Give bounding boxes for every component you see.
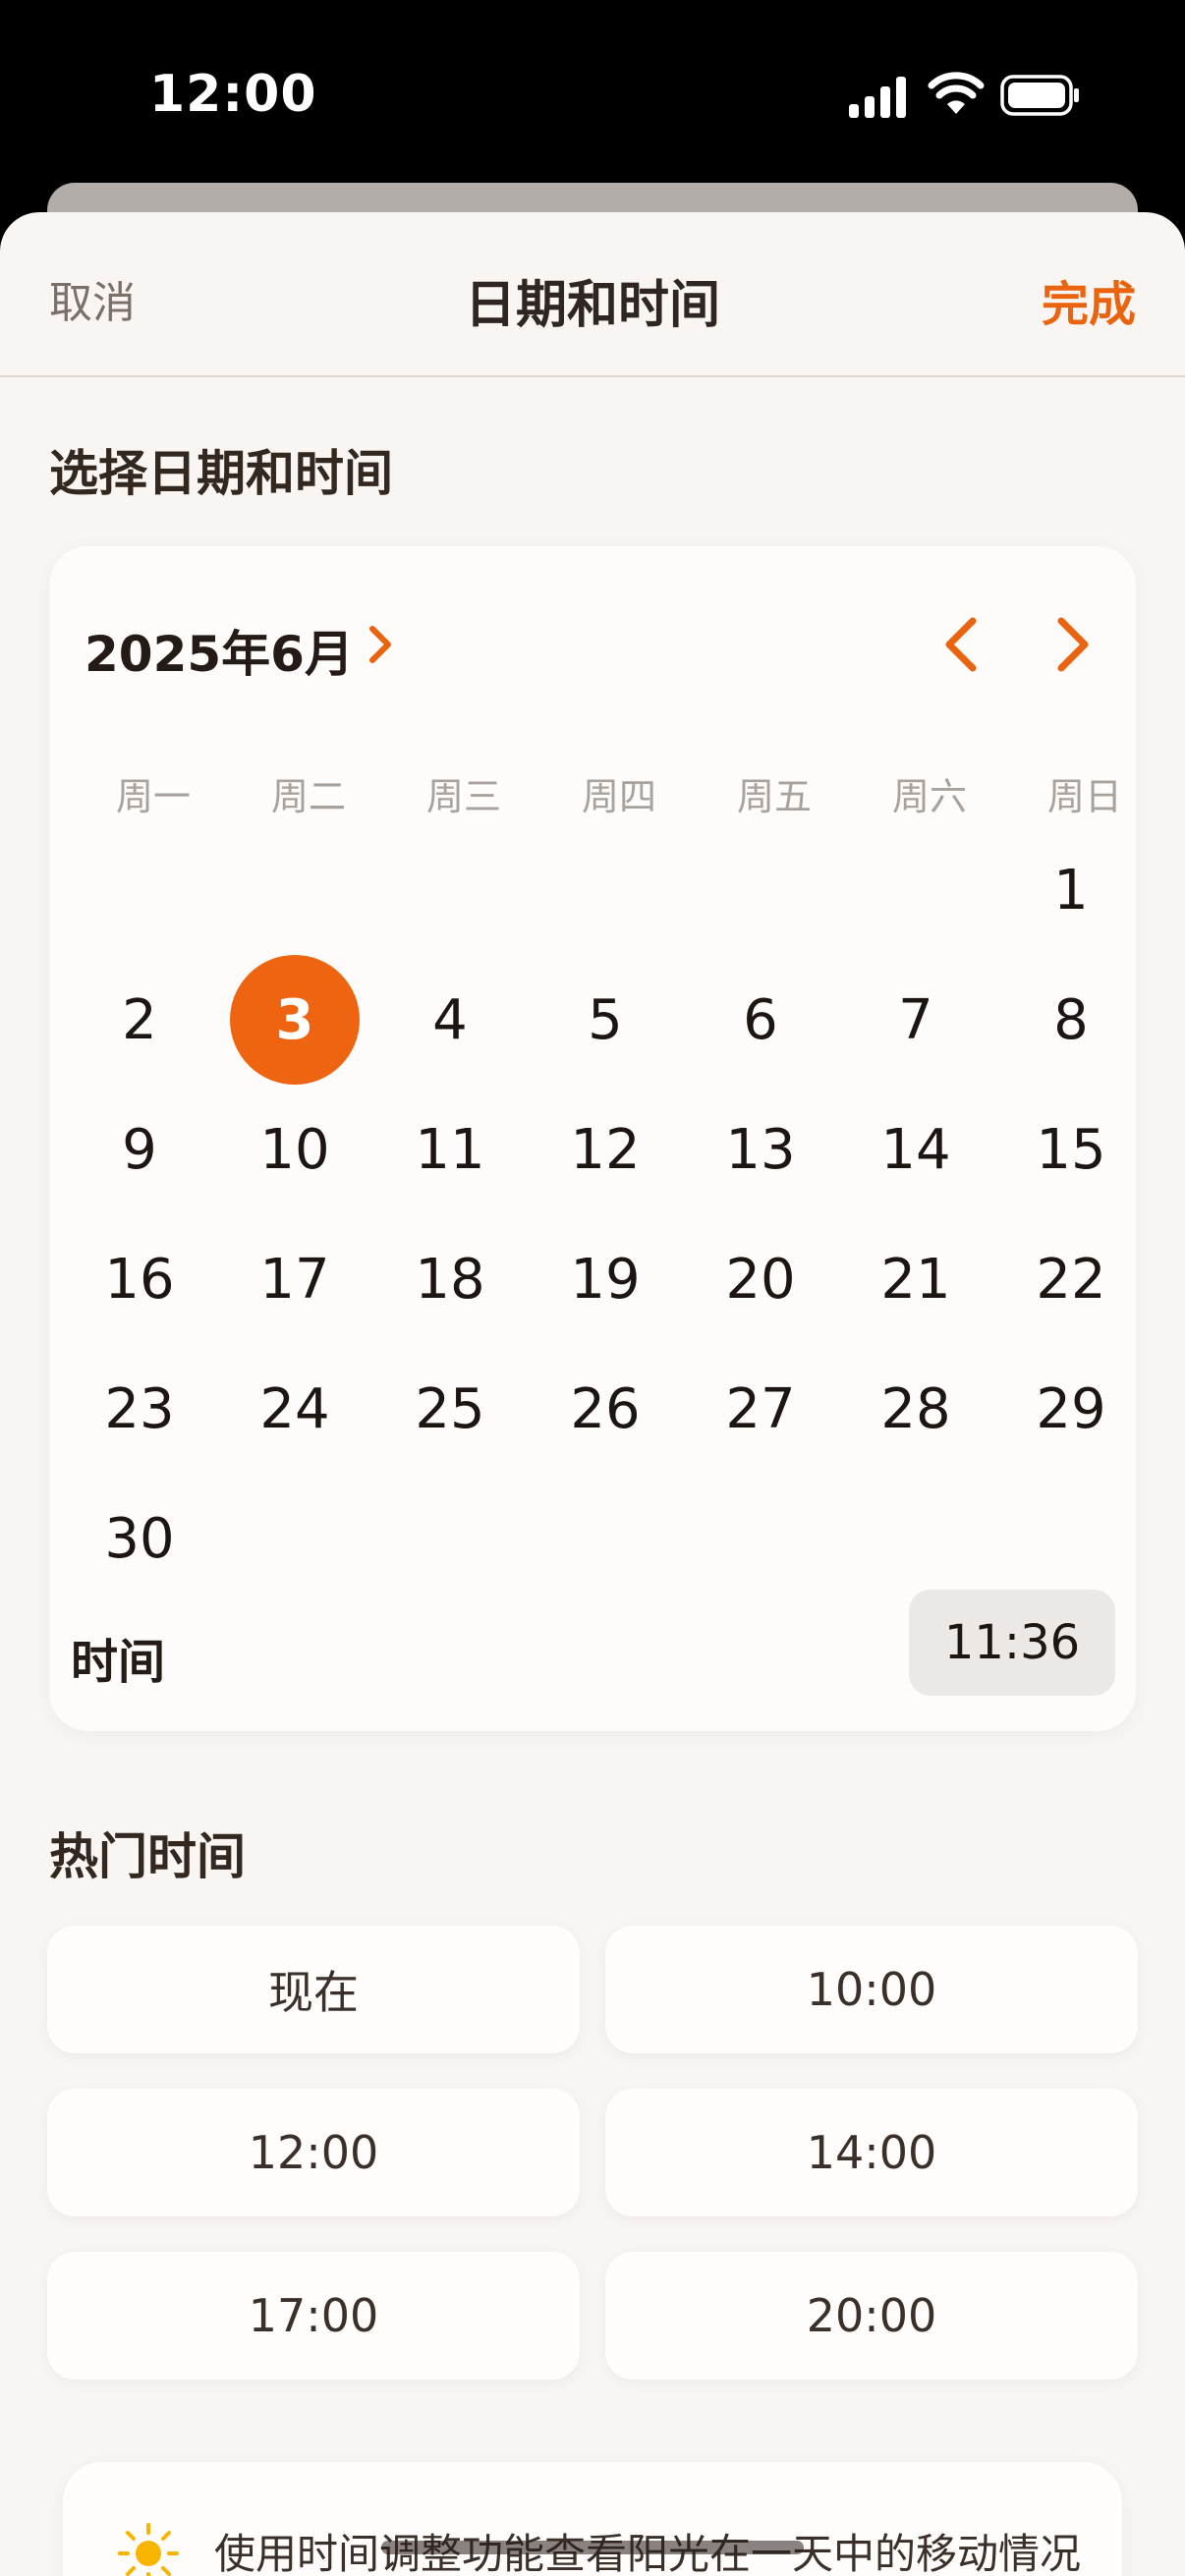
date-time-sheet: 取消 日期和时间 完成 选择日期和时间 2025年6月 周一 周二 周三 周四 周五 周六… — [0, 212, 1185, 2576]
day-cell[interactable]: 30 — [75, 1474, 204, 1603]
weekday-label: 周六 — [891, 775, 967, 818]
day-cell[interactable]: 18 — [385, 1214, 515, 1344]
day-cell[interactable]: 14 — [851, 1085, 981, 1214]
day-cell[interactable]: 12 — [540, 1085, 670, 1214]
day-cell[interactable]: 25 — [385, 1344, 515, 1474]
day-cell[interactable]: 7 — [851, 955, 981, 1085]
selected-day-cell[interactable]: 3 — [230, 955, 360, 1085]
day-cell[interactable]: 24 — [230, 1344, 360, 1474]
preset-time-button[interactable]: 20:00 — [605, 2252, 1138, 2380]
day-cell[interactable]: 13 — [696, 1085, 825, 1214]
preset-time-button[interactable]: 17:00 — [47, 2252, 580, 2380]
day-cell[interactable]: 19 — [540, 1214, 670, 1344]
cellular-signal-icon — [849, 77, 906, 118]
weekday-label: 周二 — [270, 775, 346, 818]
time-picker-button[interactable]: 11:36 — [909, 1590, 1115, 1696]
section-title-select: 选择日期和时间 — [49, 445, 393, 502]
day-cell[interactable]: 8 — [1006, 955, 1136, 1085]
day-cell[interactable]: 17 — [230, 1214, 360, 1344]
day-cell[interactable]: 4 — [385, 955, 515, 1085]
weekday-label: 周五 — [736, 775, 812, 818]
day-cell[interactable]: 9 — [75, 1085, 204, 1214]
weekday-label: 周日 — [1046, 775, 1122, 818]
nav-bar: 取消 日期和时间 完成 — [0, 212, 1185, 377]
section-title-popular: 热门时间 — [49, 1828, 246, 1885]
page-title: 日期和时间 — [464, 276, 720, 335]
day-cell[interactable]: 26 — [540, 1344, 670, 1474]
day-cell[interactable]: 10 — [230, 1085, 360, 1214]
day-cell[interactable]: 2 — [75, 955, 204, 1085]
home-indicator — [381, 2541, 804, 2554]
status-bar: 12:00 — [0, 0, 1185, 187]
day-cell[interactable]: 1 — [1006, 825, 1136, 955]
day-cell[interactable]: 16 — [75, 1214, 204, 1344]
preset-time-button[interactable]: 14:00 — [605, 2089, 1138, 2216]
preset-time-button[interactable]: 12:00 — [47, 2089, 580, 2216]
wifi-icon — [928, 72, 985, 114]
day-cell[interactable]: 5 — [540, 955, 670, 1085]
day-cell[interactable]: 27 — [696, 1344, 825, 1474]
weekday-header: 周一 周二 周三 周四 周五 周六 周日 — [49, 766, 1136, 818]
preset-time-button[interactable]: 10:00 — [605, 1926, 1138, 2053]
day-cell[interactable]: 23 — [75, 1344, 204, 1474]
next-month-button[interactable] — [1045, 613, 1099, 676]
day-cell[interactable]: 15 — [1006, 1085, 1136, 1214]
prev-month-button[interactable] — [935, 613, 988, 676]
day-cell[interactable]: 11 — [385, 1085, 515, 1214]
time-label: 时间 — [71, 1635, 166, 1690]
sun-icon — [118, 2523, 179, 2576]
battery-icon — [1000, 75, 1079, 116]
tip-card: 使用时间调整功能查看阳光在一天中的移动情况 — [63, 2462, 1122, 2576]
preset-time-button[interactable]: 现在 — [47, 1926, 580, 2053]
day-cell[interactable]: 22 — [1006, 1214, 1136, 1344]
day-cell[interactable]: 20 — [696, 1214, 825, 1344]
calendar-card: 2025年6月 周一 周二 周三 周四 周五 周六 周日 1 2 3 4 5 6 7 8 9 10 11 12 13… — [49, 546, 1136, 1731]
day-cell[interactable]: 29 — [1006, 1344, 1136, 1474]
weekday-label: 周三 — [425, 775, 501, 818]
weekday-label: 周四 — [581, 775, 656, 818]
day-cell[interactable]: 6 — [696, 955, 825, 1085]
chevron-right-icon[interactable] — [366, 623, 395, 666]
done-button[interactable]: 完成 — [1042, 265, 1136, 334]
weekday-label: 周一 — [115, 775, 191, 818]
month-label[interactable]: 2025年6月 — [85, 615, 354, 686]
day-cell[interactable]: 21 — [851, 1214, 981, 1344]
status-time: 12:00 — [149, 65, 317, 124]
day-cell[interactable]: 28 — [851, 1344, 981, 1474]
